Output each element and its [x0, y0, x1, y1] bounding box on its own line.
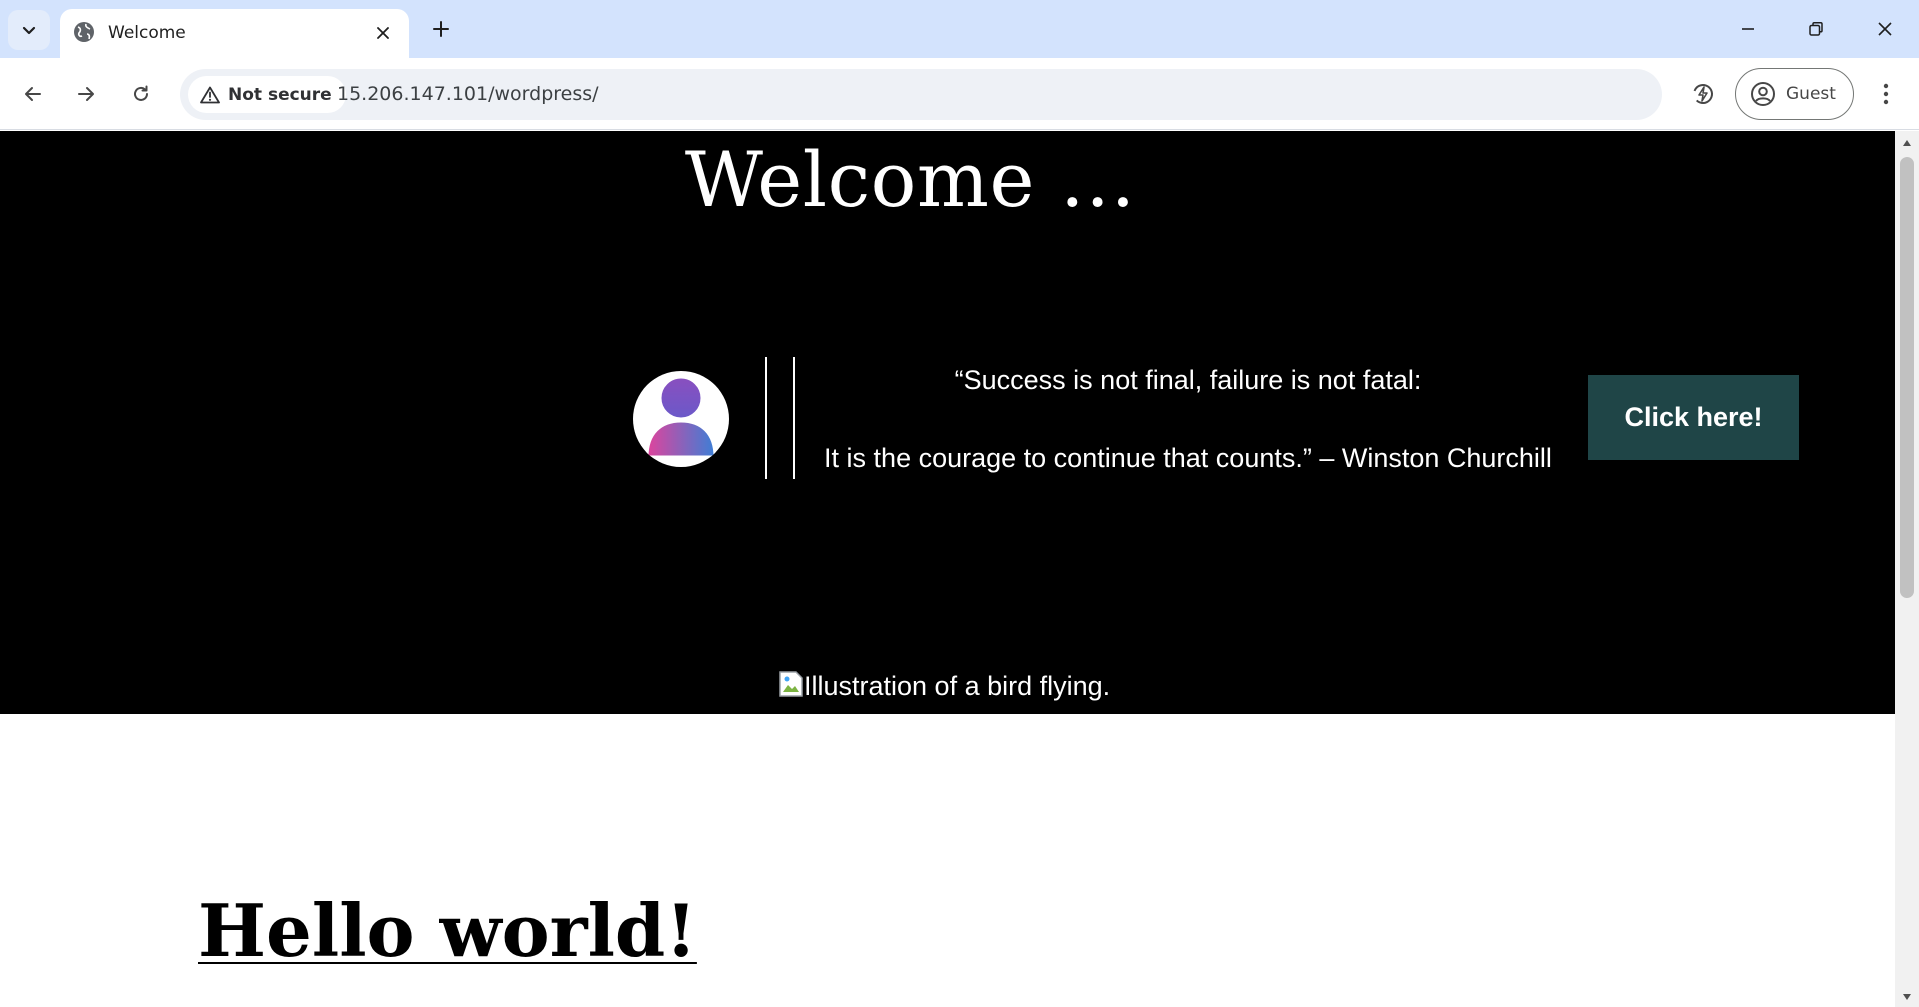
quote-line-2: It is the courage to continue that count… — [824, 443, 1552, 473]
window-close-button[interactable] — [1862, 8, 1908, 50]
avatar-icon — [645, 375, 717, 459]
warning-icon — [200, 86, 220, 103]
click-here-button[interactable]: Click here! — [1588, 375, 1799, 460]
post-title-link[interactable]: Hello world! — [198, 888, 697, 973]
minimize-icon — [1742, 28, 1754, 30]
scrollbar-thumb[interactable] — [1900, 157, 1914, 598]
bird-image: Illustration of a bird flying. — [778, 670, 1110, 702]
image-alt-text: Illustration of a bird flying. — [804, 671, 1111, 701]
account-icon — [1751, 82, 1775, 106]
restore-button[interactable] — [1793, 8, 1839, 50]
menu-icon — [1883, 83, 1889, 105]
page-scrollbar[interactable] — [1895, 131, 1919, 1007]
new-tab-icon — [433, 21, 449, 37]
quote-block: “Success is not final, failure is not fa… — [808, 361, 1568, 478]
tab-title: Welcome — [108, 23, 186, 43]
profile-button[interactable]: Guest — [1735, 68, 1854, 120]
forward-icon — [78, 87, 94, 101]
divider-line — [793, 357, 795, 479]
tab-search-button[interactable] — [8, 10, 50, 50]
back-icon — [25, 87, 41, 101]
site-security-chip[interactable]: Not secure — [188, 76, 346, 113]
new-tab-button[interactable] — [424, 12, 458, 46]
scroll-down-arrow-icon — [1903, 994, 1911, 1000]
scroll-up-arrow-icon — [1903, 140, 1911, 146]
page-viewport: Welcome … “Success is not final, failure… — [0, 131, 1895, 1007]
tab-close-button[interactable] — [369, 19, 397, 47]
browser-toolbar: Not secure 15.206.147.101/wordpress/ Gue… — [0, 58, 1919, 130]
reload-icon — [134, 85, 148, 101]
close-icon — [377, 27, 389, 39]
scroll-down-button[interactable] — [1895, 987, 1919, 1007]
divider-line — [765, 357, 767, 479]
broken-image-icon — [779, 671, 803, 697]
reload-button[interactable] — [121, 74, 161, 114]
performance-button[interactable] — [1683, 74, 1723, 114]
back-button[interactable] — [13, 74, 53, 114]
window-close-icon — [1878, 22, 1892, 36]
minimize-button[interactable] — [1725, 8, 1771, 50]
restore-icon — [1809, 22, 1823, 36]
address-bar[interactable]: Not secure 15.206.147.101/wordpress/ — [180, 69, 1662, 120]
url-text[interactable]: 15.206.147.101/wordpress/ — [337, 83, 599, 105]
browser-menu-button[interactable] — [1866, 74, 1906, 114]
globe-icon — [74, 22, 94, 42]
hero-title: Welcome … — [684, 135, 1137, 224]
quote-line-1: “Success is not final, failure is not fa… — [954, 365, 1422, 395]
scroll-up-button[interactable] — [1895, 133, 1919, 153]
security-label: Not secure — [228, 84, 332, 105]
tab-strip: Welcome — [0, 0, 1919, 58]
hero-section: Welcome … “Success is not final, failure… — [0, 131, 1895, 714]
avatar — [633, 371, 729, 467]
performance-icon — [1693, 84, 1713, 104]
active-tab[interactable]: Welcome — [60, 9, 409, 58]
forward-button[interactable] — [66, 74, 106, 114]
profile-label: Guest — [1786, 84, 1836, 104]
tab-search-icon — [22, 26, 36, 35]
